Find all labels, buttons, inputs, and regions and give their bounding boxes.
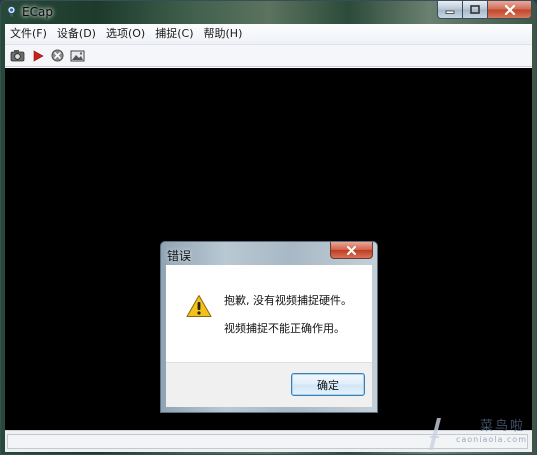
minimize-icon xyxy=(445,10,455,14)
dialog-close-button[interactable] xyxy=(330,242,373,259)
dialog-title: 错误 xyxy=(167,249,192,263)
close-icon xyxy=(504,4,515,15)
maximize-icon xyxy=(470,5,480,14)
toolbar xyxy=(5,45,532,67)
warning-icon xyxy=(186,295,212,317)
close-icon xyxy=(347,245,356,255)
image-icon xyxy=(70,50,85,61)
menu-device[interactable]: 设备(D) xyxy=(52,25,101,43)
record-button[interactable] xyxy=(28,47,47,65)
image-button[interactable] xyxy=(68,47,87,65)
camera-icon xyxy=(10,50,25,62)
dialog-body: 抱歉, 没有视频捕捉硬件。 视频捕捉不能正确作用。 xyxy=(166,265,372,362)
stop-button[interactable] xyxy=(48,47,67,65)
status-bar xyxy=(5,430,532,452)
minimize-button[interactable] xyxy=(437,1,463,19)
status-pane xyxy=(7,434,528,449)
snapshot-button[interactable] xyxy=(8,47,27,65)
error-detail: 视频捕捉不能正确作用。 xyxy=(224,322,345,335)
title-bar[interactable]: ECap xyxy=(1,1,536,24)
maximize-button[interactable] xyxy=(463,1,488,19)
dialog-footer: 确定 xyxy=(166,362,372,407)
menu-options[interactable]: 选项(O) xyxy=(101,25,150,43)
menu-bar: 文件(F) 设备(D) 选项(O) 捕捉(C) 帮助(H) xyxy=(5,24,532,45)
play-icon xyxy=(33,49,44,62)
menu-file[interactable]: 文件(F) xyxy=(5,25,52,43)
window-title: ECap xyxy=(22,5,53,19)
error-message: 抱歉, 没有视频捕捉硬件。 xyxy=(224,294,352,307)
menu-help[interactable]: 帮助(H) xyxy=(199,25,248,43)
window-controls xyxy=(437,1,532,20)
webcam-icon xyxy=(7,6,16,17)
error-dialog: 错误 抱歉, 没有视频捕捉硬件。 视频捕捉不能正确作用。 确定 xyxy=(160,241,378,413)
close-button[interactable] xyxy=(488,1,532,19)
menu-capture[interactable]: 捕捉(C) xyxy=(150,25,198,43)
stop-icon xyxy=(51,49,64,62)
ok-button[interactable]: 确定 xyxy=(291,373,365,396)
